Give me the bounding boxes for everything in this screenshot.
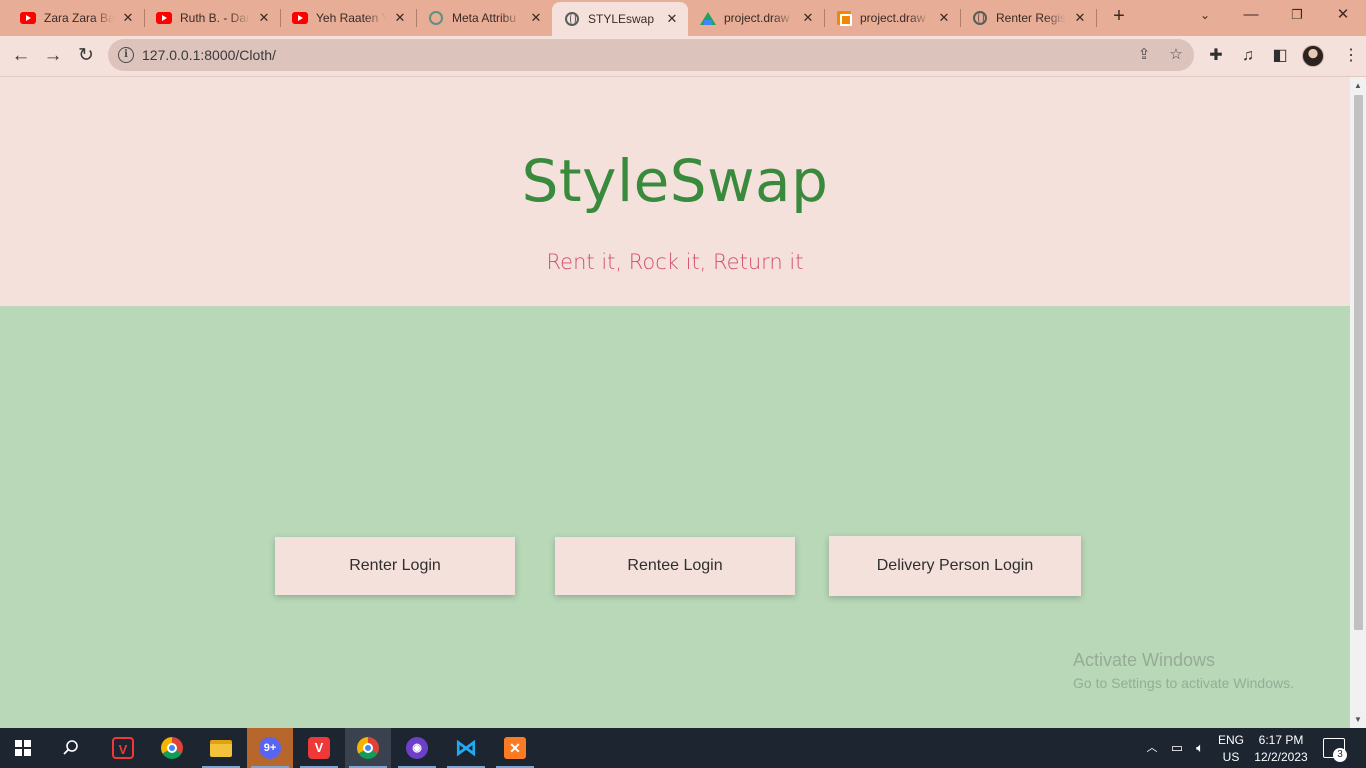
page-header: StyleSwap Rent it, Rock it, Return it bbox=[0, 77, 1350, 306]
globe-icon bbox=[972, 10, 988, 26]
clock[interactable]: 6:17 PM 12/2/2023 bbox=[1252, 728, 1310, 768]
activate-windows-watermark: Activate Windows Go to Settings to activ… bbox=[1073, 650, 1294, 691]
watermark-subtitle: Go to Settings to activate Windows. bbox=[1073, 675, 1294, 691]
vscode-icon: ⋈ bbox=[455, 735, 477, 760]
restore-button[interactable]: ❐ bbox=[1285, 4, 1309, 26]
close-icon[interactable]: ✕ bbox=[800, 10, 816, 26]
tab-youtube-1[interactable]: Zara Zara Ba ✕ bbox=[0, 4, 144, 32]
youtube-icon bbox=[156, 10, 172, 26]
delivery-person-login-button[interactable]: Delivery Person Login bbox=[829, 536, 1081, 596]
taskbar-file-explorer[interactable] bbox=[198, 728, 244, 768]
search-icon bbox=[63, 740, 78, 755]
start-button[interactable] bbox=[0, 728, 46, 768]
rentee-login-button[interactable]: Rentee Login bbox=[555, 537, 795, 595]
github-icon: ◉ bbox=[406, 737, 428, 759]
tab-youtube-3[interactable]: Yeh Raaten Y ✕ bbox=[272, 4, 416, 32]
volume-icon[interactable]: 🔈︎ bbox=[1191, 728, 1209, 768]
taskbar-discord[interactable]: 9+ bbox=[247, 728, 293, 768]
taskbar-vscode[interactable]: ⋈ bbox=[443, 728, 489, 768]
page-title: StyleSwap bbox=[521, 147, 829, 215]
login-section: Renter Login Rentee Login Delivery Perso… bbox=[0, 306, 1350, 728]
chrome-icon bbox=[161, 737, 183, 759]
tab-label: Yeh Raaten Y bbox=[316, 11, 386, 25]
site-info-icon[interactable]: i bbox=[118, 47, 134, 63]
reload-button[interactable]: ↻ bbox=[73, 43, 99, 69]
browser-toolbar: ← → ↻ i 127.0.0.1:8000/Cloth/ ⇪ ☆ ✚ ♫ ◧ … bbox=[0, 36, 1366, 77]
search-button[interactable] bbox=[48, 728, 94, 768]
address-bar[interactable]: i 127.0.0.1:8000/Cloth/ ⇪ ☆ bbox=[108, 39, 1194, 71]
clock-time: 6:17 PM bbox=[1258, 733, 1304, 747]
profile-avatar[interactable] bbox=[1302, 45, 1324, 67]
folder-icon bbox=[210, 739, 232, 757]
close-icon[interactable]: ✕ bbox=[256, 10, 272, 26]
side-panel-icon[interactable]: ◧ bbox=[1269, 45, 1291, 67]
scrollbar-thumb[interactable] bbox=[1354, 95, 1363, 630]
close-icon[interactable]: ✕ bbox=[664, 11, 680, 27]
youtube-icon bbox=[292, 10, 308, 26]
tab-meta[interactable]: Meta Attribu ✕ bbox=[408, 4, 552, 32]
tab-label: project.draw bbox=[724, 11, 790, 25]
close-icon[interactable]: ✕ bbox=[1072, 10, 1088, 26]
windows-logo-icon bbox=[15, 740, 31, 756]
tray-chevron-up-icon[interactable]: ︿ bbox=[1144, 728, 1160, 768]
youtube-icon bbox=[20, 10, 36, 26]
extensions-icon[interactable]: ✚ bbox=[1205, 45, 1227, 67]
watermark-title: Activate Windows bbox=[1073, 650, 1216, 670]
close-window-button[interactable]: ✕ bbox=[1331, 4, 1355, 26]
forward-button[interactable]: → bbox=[40, 43, 66, 69]
chatgpt-icon bbox=[428, 10, 444, 26]
network-icon[interactable]: ▭ bbox=[1168, 728, 1186, 768]
tab-renter-registration[interactable]: Renter Regis ✕ bbox=[960, 4, 1096, 32]
taskbar-chrome[interactable] bbox=[149, 728, 195, 768]
notification-count-badge: 3 bbox=[1333, 748, 1347, 762]
close-icon[interactable]: ✕ bbox=[120, 10, 136, 26]
discord-icon: 9+ bbox=[259, 737, 281, 759]
scroll-down-icon[interactable]: ▼ bbox=[1350, 713, 1366, 727]
google-drive-icon bbox=[700, 10, 716, 26]
page-scrollbar[interactable]: ▲ ▼ bbox=[1350, 77, 1366, 728]
taskbar-github-desktop[interactable]: ◉ bbox=[394, 728, 440, 768]
url-text[interactable]: 127.0.0.1:8000/Cloth/ bbox=[142, 47, 276, 63]
taskbar-xampp[interactable]: ✕ bbox=[492, 728, 538, 768]
language-code: ENG bbox=[1217, 733, 1244, 747]
tab-label: Zara Zara Ba bbox=[44, 11, 114, 25]
tab-label: STYLEswap bbox=[588, 12, 655, 26]
taskbar-vivaldi[interactable]: V bbox=[100, 728, 146, 768]
windows-taskbar: V 9+ V ◉ ⋈ ✕ ︿ ▭ 🔈︎ ENG US 6:17 PM 12/2/… bbox=[0, 728, 1366, 768]
region-code: US bbox=[1222, 750, 1240, 764]
tab-google-drive[interactable]: project.draw ✕ bbox=[688, 4, 824, 32]
new-tab-button[interactable]: + bbox=[1108, 6, 1130, 28]
tab-search-chevron-icon[interactable]: ⌄ bbox=[1193, 4, 1217, 26]
share-icon[interactable]: ⇪ bbox=[1134, 45, 1154, 65]
back-button[interactable]: ← bbox=[8, 43, 34, 69]
close-icon[interactable]: ✕ bbox=[528, 10, 544, 26]
globe-icon bbox=[564, 11, 580, 27]
drawio-icon bbox=[836, 10, 852, 26]
clock-date: 12/2/2023 bbox=[1254, 750, 1308, 764]
taskbar-chrome-active[interactable] bbox=[345, 728, 391, 768]
close-icon[interactable]: ✕ bbox=[392, 10, 408, 26]
tab-label: Meta Attribu bbox=[452, 11, 517, 25]
tab-label: project.draw bbox=[860, 11, 926, 25]
scroll-up-icon[interactable]: ▲ bbox=[1350, 79, 1366, 93]
tab-youtube-2[interactable]: Ruth B. - Dar ✕ bbox=[136, 4, 280, 32]
tab-styleswap-active[interactable]: STYLEswap ✕ bbox=[552, 2, 688, 36]
bookmark-star-icon[interactable]: ☆ bbox=[1166, 45, 1186, 65]
tab-drawio[interactable]: project.draw ✕ bbox=[824, 4, 960, 32]
tab-strip: Zara Zara Ba ✕ Ruth B. - Dar ✕ Yeh Raate… bbox=[0, 0, 1366, 36]
renter-login-button[interactable]: Renter Login bbox=[275, 537, 515, 595]
tab-label: Renter Regis bbox=[996, 11, 1066, 25]
chrome-icon bbox=[357, 737, 379, 759]
tab-label: Ruth B. - Dar bbox=[180, 11, 250, 25]
close-icon[interactable]: ✕ bbox=[936, 10, 952, 26]
vivaldi-icon: V bbox=[112, 737, 134, 759]
language-indicator[interactable]: ENG US bbox=[1216, 728, 1246, 768]
minimize-button[interactable]: — bbox=[1239, 4, 1263, 26]
taskbar-vivaldi-running[interactable]: V bbox=[296, 728, 342, 768]
vivaldi-icon: V bbox=[308, 737, 330, 759]
page-tagline: Rent it, Rock it, Return it bbox=[546, 250, 804, 274]
kebab-menu-icon[interactable]: ⋮ bbox=[1340, 45, 1362, 67]
xampp-icon: ✕ bbox=[504, 737, 526, 759]
media-controls-icon[interactable]: ♫ bbox=[1237, 45, 1259, 67]
